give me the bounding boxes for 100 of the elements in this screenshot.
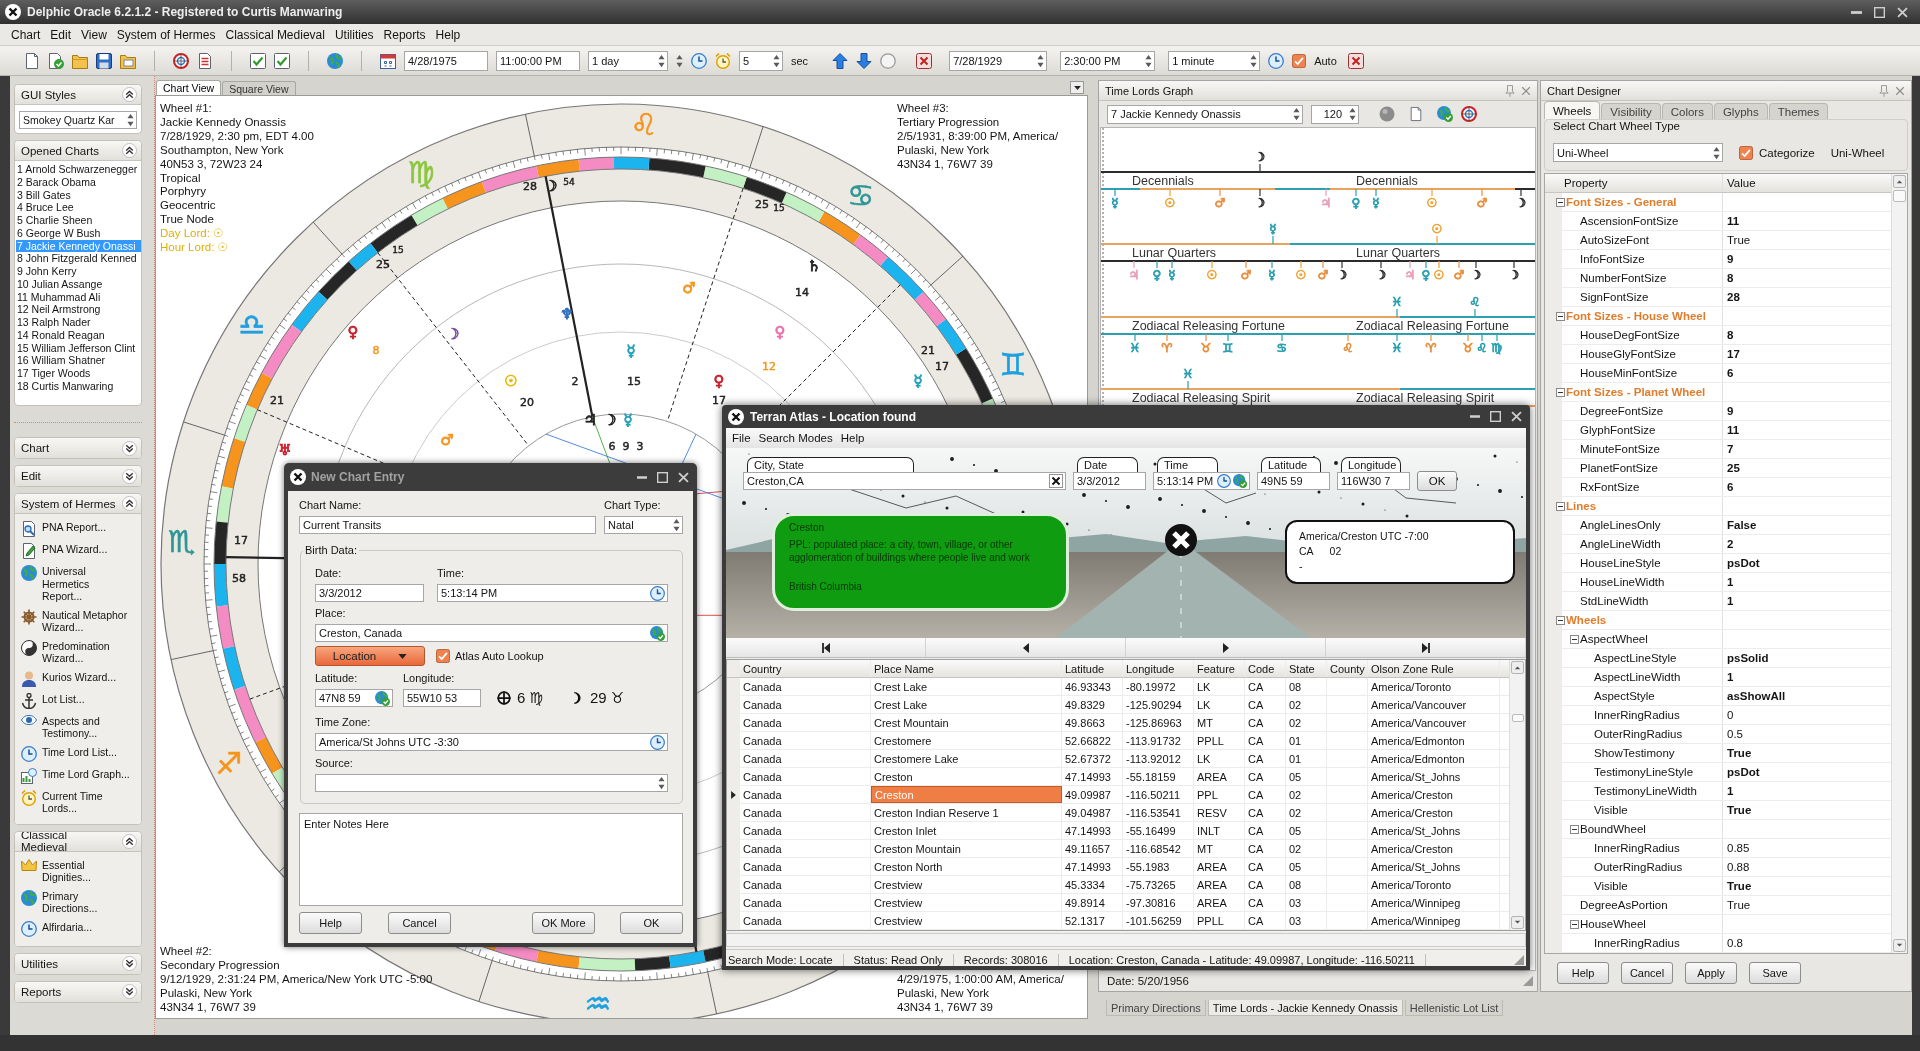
chart-list-item[interactable]: 11 Muhammad Ali [16,290,141,304]
sidebar-item[interactable]: Aspects and Testimony... [15,711,141,743]
dialog-button[interactable]: Cancel [388,912,451,934]
expand-icon[interactable] [122,440,137,456]
property-value[interactable]: 2 [1727,538,1734,550]
longitude-field[interactable]: 55W10 53 [403,689,481,707]
checkbox[interactable] [1739,145,1753,160]
close-icon[interactable] [1895,85,1905,96]
property-value[interactable]: 1 [1727,576,1734,588]
check-document-icon[interactable] [274,52,290,69]
maximize-icon[interactable] [657,471,668,483]
column-header[interactable]: Property [1545,174,1723,192]
chart-list-item[interactable]: 18 Curtis Manwaring [16,379,141,393]
document-icon[interactable] [48,52,64,69]
tab[interactable]: Glyphs [1713,103,1768,119]
pin-icon[interactable] [1879,84,1889,97]
collapse-icon[interactable] [1556,197,1565,207]
panel-button[interactable]: Cancel [1621,961,1673,984]
collapse-icon[interactable] [122,496,137,511]
chart-list-item[interactable]: 6 George W Bush [16,226,141,240]
property-value[interactable]: 25 [1727,462,1740,474]
document-tab[interactable]: Primary Directions [1106,1000,1206,1016]
open-folder-icon[interactable] [72,52,88,69]
sidebar-item[interactable]: Essential Dignities... [15,855,141,887]
property-value[interactable]: psDot [1727,557,1760,569]
dialog-button[interactable]: OK More [532,912,595,934]
close-icon[interactable] [1897,6,1908,18]
column-header[interactable]: Country [740,660,871,677]
property-value[interactable]: 6 [1727,367,1734,379]
tab[interactable]: Colors [1661,103,1713,119]
document-icon[interactable] [197,52,213,69]
tab[interactable]: Themes [1768,103,1829,119]
spin-icon[interactable] [658,776,665,790]
scroll-up-icon[interactable] [1511,661,1524,674]
property-value[interactable]: 9 [1727,253,1734,265]
checkbox-label[interactable]: Auto [1314,54,1337,67]
clock-icon[interactable] [650,734,665,750]
minimize-icon[interactable] [637,475,647,479]
tab[interactable]: Wheels [1544,101,1601,119]
time-field[interactable]: 2:30:00 PM [1060,50,1156,71]
property-group[interactable]: HouseWheel [1580,918,1646,930]
menu-item[interactable]: Help [836,432,869,444]
checkbox[interactable] [1292,53,1307,68]
clock-icon[interactable] [650,585,665,601]
menu-item[interactable]: Classical Medieval [220,27,330,42]
chart-list-item[interactable]: 4 Bruce Lee [16,201,141,214]
sidebar-item[interactable]: Primary Directions... [15,886,141,918]
last-page-icon[interactable] [1421,642,1430,653]
previous-page-icon[interactable] [1022,642,1029,653]
chart-list-item[interactable]: 8 John Fitzgerald Kenned [16,252,141,265]
column-header[interactable]: Olson Zone Rule [1368,660,1500,677]
property-value[interactable]: 17 [1727,348,1740,360]
property-value[interactable]: 1 [1727,671,1734,683]
target-icon[interactable] [173,52,189,69]
property-value[interactable]: 0 [1727,709,1734,721]
style-select[interactable]: Smokey Quartz Kar [19,111,137,129]
spin-icon[interactable] [1037,53,1045,68]
property-value[interactable]: True [1727,804,1752,816]
close-icon[interactable] [1521,85,1531,96]
property-value[interactable]: 8 [1727,329,1734,341]
checkbox-label[interactable]: Atlas Auto Lookup [455,650,544,662]
globe-check-icon[interactable] [1233,474,1247,488]
property-group[interactable]: AspectWheel [1580,633,1648,645]
up-arrow-icon[interactable] [832,52,849,69]
close-icon[interactable] [678,471,689,483]
count-field[interactable]: 5 [739,50,783,71]
panel-button[interactable]: Save [1749,961,1801,984]
expand-icon[interactable] [122,468,137,484]
menu-item[interactable]: System of Hermes [111,27,221,42]
expand-icon[interactable] [122,956,137,971]
property-value[interactable]: 0.88 [1727,861,1750,873]
property-value[interactable]: 1 [1727,595,1734,607]
next-page-icon[interactable] [1222,642,1229,653]
expand-icon[interactable] [122,984,137,999]
save-icon[interactable] [96,52,112,69]
chart-list-item[interactable]: 17 Tiger Woods [16,367,141,380]
chart-list-item[interactable]: 16 William Shatner [16,354,141,367]
time-zone-field[interactable]: America/St Johns UTC -3:30 [315,733,668,751]
minimize-icon[interactable] [1851,10,1862,14]
collapse-icon[interactable] [1570,634,1579,644]
maximize-icon[interactable] [1490,411,1501,422]
tab-menu-button[interactable] [1070,81,1084,94]
collapse-icon[interactable] [122,87,137,102]
dialog-button[interactable]: Help [299,912,362,934]
document-icon[interactable] [1409,106,1423,122]
property-value[interactable]: 6 [1727,481,1734,493]
city-field[interactable]: Creston,CA [743,472,1066,490]
sidebar-item[interactable]: PNA Wizard... [15,540,141,562]
property-value[interactable]: 11 [1727,215,1740,227]
collapse-icon[interactable] [1556,311,1565,321]
collapse-icon[interactable] [1570,919,1579,929]
chart-list-item[interactable]: 3 Bill Gates [16,188,141,202]
column-header[interactable]: Value [1723,174,1891,192]
chart-name-field[interactable]: Current Transits [299,516,596,534]
time-field[interactable]: 11:00:00 PM [496,50,580,71]
spin-icon[interactable] [676,53,683,68]
step-field[interactable]: 1 minute [1168,50,1261,71]
property-value[interactable]: 8 [1727,272,1734,284]
maximize-icon[interactable] [1874,6,1885,18]
property-value[interactable]: True [1727,899,1751,911]
